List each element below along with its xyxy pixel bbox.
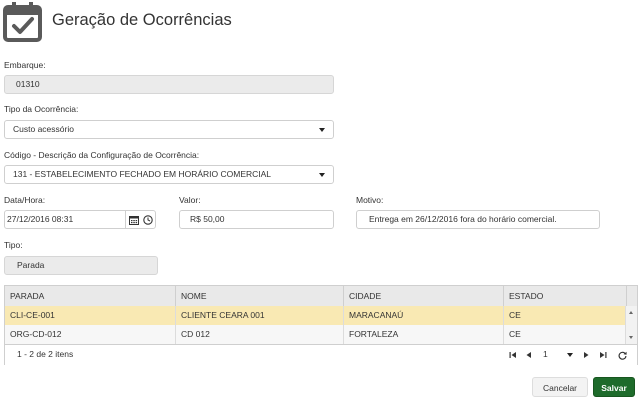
cell-parada: ORG-CD-012 [10,329,62,339]
table-row[interactable]: CLI-CE-001 CLIENTE CEARA 001 MARACANAÚ C… [5,306,626,325]
calendar-icon[interactable] [125,211,141,228]
save-button[interactable]: Salvar [593,377,635,397]
valor-label: Valor: [179,195,201,205]
clock-icon[interactable] [140,211,155,228]
motivo-label: Motivo: [356,195,384,205]
column-header-estado[interactable]: ESTADO [503,286,626,306]
column-header-nome[interactable]: NOME [175,286,343,306]
tipo-field: Parada [4,256,158,275]
column-header-parada[interactable]: PARADA [5,286,175,306]
data-hora-value: 27/12/2016 08:31 [7,214,74,224]
cell-nome: CLIENTE CEARA 001 [175,306,343,325]
refresh-icon[interactable] [617,350,627,360]
valor-value: R$ 50,00 [190,214,225,224]
calendar-check-icon [3,2,43,42]
valor-field[interactable]: R$ 50,00 [179,210,334,229]
motivo-value: Entrega em 26/12/2016 fora do horário co… [369,214,557,224]
paradas-grid: PARADA NOME CIDADE ESTADO CLI-CE-001 CLI… [4,285,638,365]
grid-pager: 1 - 2 de 2 itens 1 [5,344,637,365]
tipo-label: Tipo: [4,240,23,250]
cell-cidade: FORTALEZA [343,325,503,344]
grid-header: PARADA NOME CIDADE ESTADO [5,286,637,307]
prev-page-icon[interactable] [524,350,534,360]
column-header-spacer [626,286,637,306]
pager-info: 1 - 2 de 2 itens [17,349,74,359]
cell-nome: CD 012 [175,325,343,344]
chevron-down-icon[interactable] [567,353,573,357]
next-page-icon[interactable] [581,350,591,360]
data-hora-label: Data/Hora: [4,195,46,205]
first-page-icon[interactable] [508,350,518,360]
scroll-down-icon[interactable] [629,336,633,339]
last-page-icon[interactable] [598,350,608,360]
page-number[interactable]: 1 [543,349,548,359]
table-row[interactable]: ORG-CD-012 CD 012 FORTALEZA CE [5,325,626,344]
cell-estado: CE [503,306,626,325]
data-hora-field[interactable]: 27/12/2016 08:31 [4,210,156,229]
embarque-label: Embarque: [4,60,46,70]
cell-parada: CLI-CE-001 [10,310,55,320]
chevron-down-icon [319,128,325,132]
codigo-descricao-value: 131 - ESTABELECIMENTO FECHADO EM HORÁRIO… [13,169,272,179]
motivo-field[interactable]: Entrega em 26/12/2016 fora do horário co… [356,210,600,229]
cancel-button[interactable]: Cancelar [532,377,588,397]
codigo-descricao-label: Código - Descrição da Configuração de Oc… [4,150,200,160]
tipo-ocorrencia-select[interactable]: Custo acessório [4,120,334,139]
scroll-up-icon[interactable] [629,311,633,314]
cell-cidade: MARACANAÚ [343,306,503,325]
codigo-descricao-select[interactable]: 131 - ESTABELECIMENTO FECHADO EM HORÁRIO… [4,165,334,184]
tipo-ocorrencia-label: Tipo da Ocorrência: [4,104,79,114]
column-header-cidade[interactable]: CIDADE [343,286,503,306]
embarque-field: 01310 [4,75,334,94]
cell-estado: CE [503,325,626,344]
page-title: Geração de Ocorrências [52,11,232,29]
tipo-ocorrencia-value: Custo acessório [13,124,74,134]
grid-scrollbar[interactable] [625,306,637,344]
tipo-value: Parada [17,260,45,270]
chevron-down-icon [319,173,325,177]
embarque-value: 01310 [16,79,40,89]
